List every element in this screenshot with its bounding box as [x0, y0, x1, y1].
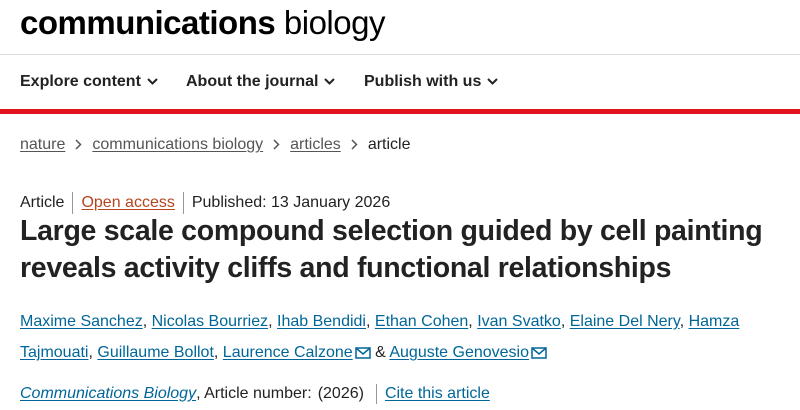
article-year: (2026) — [317, 385, 364, 402]
author-separator: , — [679, 313, 685, 330]
journal-link[interactable]: Communications Biology — [20, 385, 196, 403]
chevron-down-icon — [487, 78, 499, 86]
chevron-right-icon — [351, 139, 358, 150]
article-number-label: , Article number: — [196, 385, 312, 402]
logo-light-text: biology — [283, 4, 386, 41]
chevron-right-icon — [75, 139, 82, 150]
main-nav: Explore content About the journal Publis… — [0, 55, 800, 110]
article-meta: Article Open access Published: 13 Januar… — [20, 192, 390, 214]
author-separator: , — [268, 313, 273, 330]
author-and: & — [375, 344, 386, 361]
nav-explore-content[interactable]: Explore content — [20, 73, 158, 91]
breadcrumb-current: article — [367, 136, 411, 153]
author-separator: , — [213, 344, 219, 361]
author-list: Maxime Sanchez, Nicolas Bourriez, Ihab B… — [20, 306, 780, 370]
journal-logo[interactable]: communications biology — [20, 4, 385, 42]
chevron-down-icon — [324, 78, 336, 86]
author-link[interactable]: Ihab Bendidi — [277, 313, 366, 330]
author-link[interactable]: Auguste Genovesio — [389, 344, 529, 361]
citation-line: Communications Biology , Article number:… — [20, 384, 490, 404]
nav-label: Publish with us — [364, 73, 482, 90]
cite-this-article-link[interactable]: Cite this article — [385, 385, 490, 403]
author-separator: , — [468, 313, 473, 330]
chevron-down-icon — [147, 78, 158, 86]
open-access-link[interactable]: Open access — [81, 194, 174, 212]
nav-label: Explore content — [20, 73, 141, 90]
logo-bold-text: communications — [20, 4, 276, 41]
published-date: Published: 13 January 2026 — [191, 194, 391, 211]
author-link[interactable]: Laurence Calzone — [223, 344, 353, 361]
nav-publish-with-us[interactable]: Publish with us — [364, 73, 499, 91]
author-link[interactable]: Ethan Cohen — [375, 313, 468, 330]
author-link[interactable]: Ivan Svatko — [477, 313, 561, 330]
email-icon[interactable] — [354, 339, 371, 370]
meta-divider — [72, 192, 74, 214]
author-link[interactable]: Maxime Sanchez — [20, 313, 143, 330]
author-separator: , — [560, 313, 566, 330]
site-header: communications biology — [0, 0, 800, 55]
author-link[interactable]: Guillaume Bollot — [97, 344, 214, 361]
breadcrumb-nature[interactable]: nature — [20, 136, 65, 153]
author-link[interactable]: Elaine Del Nery — [570, 313, 680, 330]
breadcrumb: nature communications biology articles arti… — [20, 136, 411, 154]
author-link[interactable]: Nicolas Bourriez — [152, 313, 268, 330]
author-separator: , — [88, 344, 93, 361]
author-separator: , — [365, 313, 371, 330]
nav-about-the-journal[interactable]: About the journal — [186, 73, 336, 91]
breadcrumb-communications-biology[interactable]: communications biology — [92, 136, 263, 153]
email-icon[interactable] — [531, 339, 547, 370]
article-type: Article — [20, 194, 65, 211]
meta-divider — [375, 384, 377, 404]
meta-divider — [182, 192, 184, 214]
breadcrumb-articles[interactable]: articles — [290, 136, 341, 153]
article-title: Large scale compound selection guided by… — [20, 215, 763, 284]
nav-label: About the journal — [186, 73, 319, 90]
nav-accent-rule — [0, 109, 800, 114]
author-separator: , — [142, 313, 148, 330]
chevron-right-icon — [273, 139, 280, 150]
